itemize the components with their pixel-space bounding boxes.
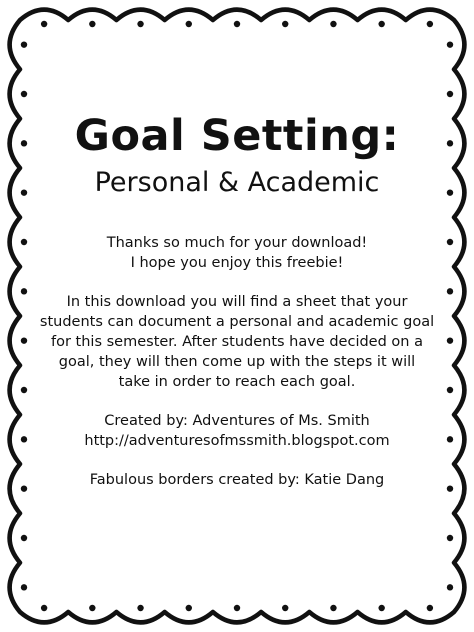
border-dot <box>20 288 28 295</box>
border-dot <box>446 386 454 394</box>
border-dot <box>282 604 289 612</box>
border-dot <box>137 20 144 28</box>
border-dot <box>89 604 96 612</box>
page-content: Goal Setting: Personal & Academic Thanks… <box>30 110 444 490</box>
border-dot <box>89 20 96 28</box>
border-dot <box>446 584 454 591</box>
created-by-text: Created by: Adventures of Ms. Smith <box>104 413 370 429</box>
description-line: students can document a personal and aca… <box>39 314 435 330</box>
description-line: In this download you will find a sheet t… <box>66 294 408 310</box>
description-paragraph: In this download you will find a sheet t… <box>30 292 444 392</box>
border-dot <box>426 20 434 28</box>
border-dot <box>185 20 192 28</box>
border-dot <box>20 238 28 246</box>
borders-credit-text: Fabulous borders created by: Katie Dang <box>89 472 385 488</box>
border-dot <box>446 436 454 443</box>
thanks-line: I hope you enjoy this freebie! <box>130 255 344 271</box>
border-dot <box>20 386 28 394</box>
border-dot <box>330 604 337 612</box>
page-title: Goal Setting: <box>74 111 400 161</box>
border-dot <box>282 20 289 28</box>
thanks-line: Thanks so much for your download! <box>106 235 368 251</box>
border-dot <box>20 337 28 344</box>
border-dot <box>446 41 454 48</box>
border-dot <box>233 20 241 28</box>
border-dot <box>137 604 144 612</box>
border-dot <box>40 20 48 28</box>
border-dot <box>446 140 454 147</box>
border-dot <box>20 90 28 98</box>
border-dot <box>446 337 454 344</box>
border-dot <box>20 584 28 591</box>
borders-credit-paragraph: Fabulous borders created by: Katie Dang <box>30 470 444 490</box>
description-line: goal, they will then come up with the st… <box>58 354 416 370</box>
border-dot <box>20 534 28 542</box>
border-dot <box>426 604 434 612</box>
border-dot <box>446 485 454 492</box>
page-subtitle: Personal & Academic <box>94 167 380 198</box>
border-dot <box>20 436 28 443</box>
border-dot <box>446 288 454 295</box>
blog-url-link[interactable]: http://adventuresofmssmith.blogspot.com <box>30 431 444 451</box>
description-line: take in order to reach each goal. <box>118 374 356 390</box>
border-dot <box>40 604 48 612</box>
border-dot <box>185 604 192 612</box>
credits-paragraph: Created by: Adventures of Ms. Smith http… <box>30 411 444 451</box>
border-dot <box>378 604 385 612</box>
thanks-paragraph: Thanks so much for your download! I hope… <box>30 233 444 273</box>
border-dot <box>446 534 454 542</box>
border-dot <box>446 238 454 246</box>
description-line: for this semester. After students have d… <box>51 334 423 350</box>
border-dot <box>20 41 28 48</box>
border-dot <box>20 485 28 492</box>
border-dot <box>20 140 28 147</box>
border-dot <box>233 604 241 612</box>
border-dot <box>20 189 28 196</box>
border-dot <box>330 20 337 28</box>
border-dot <box>446 90 454 98</box>
border-dot <box>446 189 454 196</box>
border-dot <box>378 20 385 28</box>
